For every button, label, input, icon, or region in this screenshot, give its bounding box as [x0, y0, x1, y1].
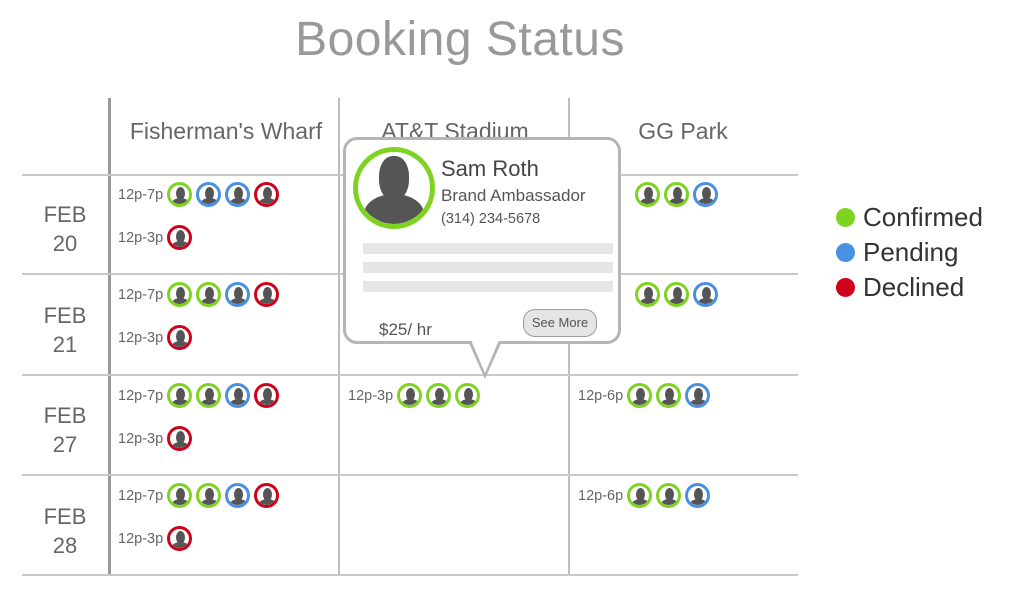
- staff-avatar-declined-icon[interactable]: [167, 325, 193, 350]
- staff-avatar-confirmed-icon[interactable]: [196, 483, 222, 508]
- staff-avatar-confirmed-icon[interactable]: [627, 483, 653, 508]
- staff-avatar-confirmed-icon[interactable]: [627, 383, 653, 408]
- staff-avatar-declined-icon[interactable]: [167, 426, 193, 451]
- page-title: Booking Status: [295, 13, 625, 66]
- staff-avatar-declined-icon[interactable]: [254, 182, 280, 207]
- staff-avatar-pending-icon[interactable]: [685, 383, 711, 408]
- staff-avatar-pending-icon[interactable]: [685, 483, 711, 508]
- legend-item-declined: Declined: [836, 270, 983, 305]
- staff-avatar-pending-icon[interactable]: [225, 282, 251, 307]
- status-legend: Confirmed Pending Declined: [836, 200, 983, 305]
- booking-slot[interactable]: [635, 282, 722, 307]
- slot-time: 12p-6p: [578, 487, 624, 504]
- staff-role: Brand Ambassador: [441, 186, 586, 205]
- slot-time: 12p-6p: [578, 387, 624, 404]
- date-label: FEB 20: [43, 202, 87, 256]
- pending-dot-icon: [836, 243, 855, 262]
- staff-avatar-confirmed-icon[interactable]: [664, 282, 689, 307]
- staff-avatar-confirmed-icon[interactable]: [167, 182, 193, 207]
- column-header-fishermans-wharf[interactable]: Fisherman's Wharf: [118, 118, 334, 145]
- staff-avatar-declined-icon[interactable]: [254, 282, 280, 307]
- staff-avatar-declined-icon[interactable]: [167, 225, 193, 250]
- staff-avatar-confirmed-icon[interactable]: [635, 282, 660, 307]
- date-label: FEB 28: [43, 504, 87, 558]
- slot-time: 12p-3p: [118, 229, 164, 246]
- staff-avatar-confirmed-icon[interactable]: [167, 383, 193, 408]
- booking-slot[interactable]: 12p-6p: [578, 483, 714, 508]
- grid-divider: [338, 98, 340, 576]
- grid-divider: [22, 474, 798, 476]
- staff-avatar-confirmed-icon[interactable]: [397, 383, 423, 408]
- slot-time: 12p-7p: [118, 487, 164, 504]
- staff-avatar-confirmed-icon[interactable]: [167, 483, 193, 508]
- staff-rate: $25/ hr: [379, 320, 432, 339]
- booking-slot[interactable]: [635, 182, 722, 207]
- staff-avatar-confirmed-icon[interactable]: [196, 282, 222, 307]
- slot-time: 12p-3p: [118, 329, 164, 346]
- staff-avatar-declined-icon[interactable]: [254, 383, 280, 408]
- slot-time: 12p-3p: [118, 530, 164, 547]
- staff-avatar-confirmed-icon[interactable]: [656, 383, 682, 408]
- staff-avatar-confirmed-icon[interactable]: [664, 182, 689, 207]
- staff-avatar-pending-icon[interactable]: [196, 182, 222, 207]
- booking-slot[interactable]: 12p-7p: [118, 383, 283, 408]
- staff-avatar-pending-icon[interactable]: [225, 383, 251, 408]
- slot-time: 12p-7p: [118, 186, 164, 203]
- staff-avatar-declined-icon[interactable]: [167, 526, 193, 551]
- staff-avatar-pending-icon[interactable]: [225, 182, 251, 207]
- staff-avatar-confirmed-icon[interactable]: [167, 282, 193, 307]
- slot-time: 12p-3p: [348, 387, 394, 404]
- placeholder-text-line: [363, 243, 613, 254]
- booking-slot[interactable]: 12p-6p: [578, 383, 714, 408]
- booking-slot[interactable]: 12p-7p: [118, 483, 283, 508]
- staff-avatar-confirmed-icon[interactable]: [455, 383, 481, 408]
- popup-tail-inner: [471, 340, 499, 373]
- staff-avatar-confirmed-icon[interactable]: [656, 483, 682, 508]
- slot-time: 12p-7p: [118, 387, 164, 404]
- slot-time: 12p-3p: [118, 430, 164, 447]
- placeholder-text-line: [363, 281, 613, 292]
- see-more-button[interactable]: See More: [523, 309, 597, 337]
- placeholder-text-line: [363, 262, 613, 273]
- date-label: FEB 27: [43, 403, 87, 457]
- date-label: FEB 21: [43, 303, 87, 357]
- staff-avatar-icon: [353, 147, 435, 229]
- staff-detail-popup: Sam Roth Brand Ambassador (314) 234-5678…: [343, 137, 621, 344]
- staff-avatar-confirmed-icon[interactable]: [196, 383, 222, 408]
- booking-slot[interactable]: 12p-3p: [348, 383, 484, 408]
- grid-divider: [108, 98, 111, 576]
- legend-item-pending: Pending: [836, 235, 983, 270]
- staff-avatar-pending-icon[interactable]: [693, 182, 718, 207]
- staff-phone: (314) 234-5678: [441, 211, 541, 227]
- staff-avatar-pending-icon[interactable]: [225, 483, 251, 508]
- staff-avatar-pending-icon[interactable]: [693, 282, 718, 307]
- staff-name: Sam Roth: [441, 156, 539, 181]
- booking-slot[interactable]: 12p-3p: [118, 325, 196, 350]
- declined-dot-icon: [836, 278, 855, 297]
- slot-time: 12p-7p: [118, 286, 164, 303]
- grid-divider: [22, 574, 798, 576]
- booking-slot[interactable]: 12p-7p: [118, 182, 283, 207]
- staff-avatar-confirmed-icon[interactable]: [426, 383, 452, 408]
- grid-divider: [22, 374, 798, 376]
- staff-avatar-declined-icon[interactable]: [254, 483, 280, 508]
- legend-item-confirmed: Confirmed: [836, 200, 983, 235]
- booking-slot[interactable]: 12p-7p: [118, 282, 283, 307]
- staff-avatar-confirmed-icon[interactable]: [635, 182, 660, 207]
- confirmed-dot-icon: [836, 208, 855, 227]
- booking-slot[interactable]: 12p-3p: [118, 225, 196, 250]
- booking-slot[interactable]: 12p-3p: [118, 426, 196, 451]
- booking-slot[interactable]: 12p-3p: [118, 526, 196, 551]
